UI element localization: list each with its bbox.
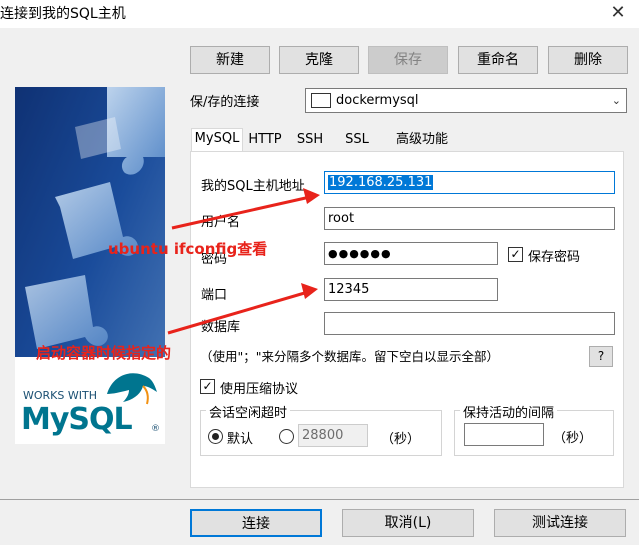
saved-connection-select[interactable]: dockermysql ⌄ (305, 88, 627, 113)
keepalive-seconds-label: （秒） (553, 431, 593, 446)
password-input[interactable]: ●●●●●● (324, 242, 498, 265)
session-timeout-label: 会话空闲超时 (206, 402, 291, 421)
user-input[interactable]: root (324, 207, 615, 230)
window-title: 连接到我的SQL主机 (0, 6, 126, 22)
save-button[interactable]: 保存 (368, 46, 448, 74)
dolphin-icon (107, 373, 157, 405)
connect-button[interactable]: 连接 (190, 509, 322, 537)
save-password-label: 保存密码 (528, 250, 581, 265)
works-with-text: WORKS WITH (23, 389, 97, 402)
footer-divider (0, 499, 639, 500)
tab-http[interactable]: HTTP (243, 130, 287, 152)
rename-button[interactable]: 重命名 (458, 46, 538, 74)
default-label: 默认 (227, 432, 254, 447)
database-hint: （使用"；"来分隔多个数据库。留下空白以显示全部） (200, 349, 500, 364)
default-radio[interactable] (208, 429, 223, 444)
port-input[interactable]: 12345 (324, 278, 498, 301)
clone-button[interactable]: 克隆 (279, 46, 359, 74)
database-input[interactable] (324, 312, 615, 335)
registered-mark: ® (151, 424, 160, 434)
host-input[interactable]: 192.168.25.131 (324, 171, 615, 194)
saved-connection-label: 保/存的连接 (190, 95, 260, 110)
container-annotation: 启动容器时候指定的 (36, 344, 172, 362)
tab-ssl[interactable]: SSL (337, 130, 377, 152)
delete-button[interactable]: 删除 (548, 46, 628, 74)
ifconfig-annotation: ubuntu ifconfig查看 (108, 240, 268, 258)
save-password-checkbox[interactable]: ✓ (508, 247, 523, 262)
tab-mysql[interactable]: MySQL (191, 128, 243, 152)
tab-ssh[interactable]: SSH (289, 130, 331, 152)
keepalive-label: 保持活动的间隔 (460, 402, 558, 421)
saved-connection-value: dockermysql (336, 93, 419, 108)
mysql-logo: WORKS WITH MySQL ® (15, 358, 165, 444)
test-connection-button[interactable]: 测试连接 (494, 509, 626, 537)
host-value: 192.168.25.131 (328, 175, 434, 190)
new-button[interactable]: 新建 (190, 46, 270, 74)
custom-timeout-radio[interactable] (279, 429, 294, 444)
compression-label: 使用压缩协议 (220, 382, 299, 397)
close-icon[interactable]: ✕ (606, 1, 630, 25)
tab-advanced[interactable]: 高级功能 (386, 130, 458, 152)
compression-checkbox[interactable]: ✓ (200, 379, 215, 394)
keepalive-input[interactable] (464, 423, 544, 446)
help-button[interactable]: ? (589, 346, 613, 367)
cancel-button[interactable]: 取消(L) (342, 509, 474, 537)
timeout-seconds-label: （秒） (381, 432, 421, 447)
chevron-down-icon: ⌄ (611, 94, 621, 107)
timeout-input[interactable]: 28800 (298, 424, 368, 447)
connection-color-swatch (311, 93, 331, 108)
